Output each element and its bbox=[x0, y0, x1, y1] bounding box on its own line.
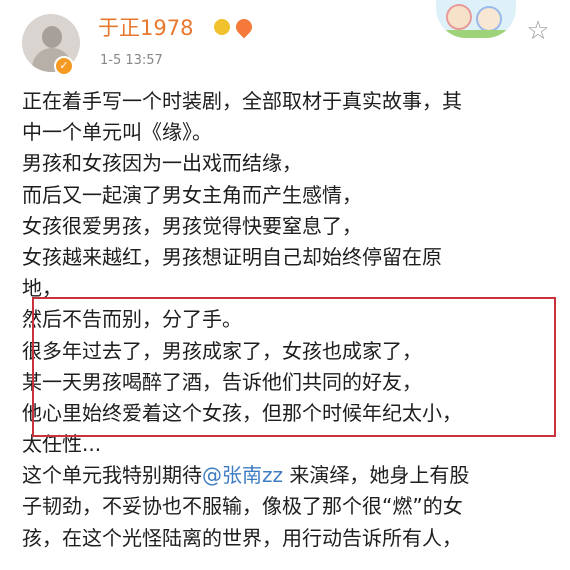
post-body: 正在着手写一个时装剧，全部取材于真实故事，其 中一个单元叫《缘》。 男孩和女孩因… bbox=[22, 86, 556, 554]
decorative-sticker-image bbox=[436, 0, 516, 38]
text-line: 某一天男孩喝醉了酒，告诉他们共同的好友， bbox=[22, 369, 422, 394]
avatar-head-shape bbox=[42, 26, 62, 48]
crown-badge-icon bbox=[214, 19, 230, 35]
text-line: 他心里始终爱着这个女孩，但那个时候年纪太小， bbox=[22, 400, 462, 425]
post-header: ✓ 于正1978 1-5 13:57 ☆ bbox=[0, 0, 570, 90]
verified-badge-icon: ✓ bbox=[54, 56, 74, 76]
mention-link[interactable]: @张南zz bbox=[202, 463, 283, 487]
post-timestamp: 1-5 13:57 bbox=[100, 53, 163, 68]
text-line: 孩，在这个光怪陆离的世界，用行动告诉所有人， bbox=[22, 525, 462, 550]
text-line: 正在着手写一个时装剧，全部取材于真实故事，其 bbox=[22, 89, 462, 113]
mention-suffix: 来演绎，她身上有股 bbox=[283, 463, 470, 488]
mention-text-line: 这个单元我特别期待@张南zz 来演绎，她身上有股 bbox=[22, 460, 552, 491]
highlighted-text-line: 地， bbox=[22, 276, 62, 301]
mention-prefix: 这个单元我特别期待 bbox=[22, 463, 202, 488]
sticker-face-left bbox=[446, 4, 472, 30]
highlighted-text-line: 女孩很爱男孩，男孩觉得快要窒息了， bbox=[22, 213, 362, 238]
sticker-face-right bbox=[476, 6, 502, 32]
heart-badge-icon bbox=[232, 15, 256, 39]
favorite-star-icon[interactable]: ☆ bbox=[523, 16, 553, 46]
highlighted-text-line: 然后不告而别，分了手。 bbox=[22, 307, 242, 332]
text-line: 中一个单元叫《缘》。 bbox=[22, 120, 212, 145]
sticker-grass bbox=[436, 30, 516, 38]
username-link[interactable]: 于正1978 bbox=[98, 12, 193, 42]
text-line: 子韧劲，不妥协也不服输，像极了那个很“燃”的女 bbox=[22, 494, 463, 519]
text-line: 而后又一起演了男女主角而产生感情， bbox=[22, 182, 362, 207]
text-line: 太任性... bbox=[22, 432, 102, 457]
text-line: 很多年过去了，男孩成家了，女孩也成家了， bbox=[22, 338, 422, 363]
text-line: 男孩和女孩因为一出戏而结缘， bbox=[22, 151, 302, 176]
highlighted-text-line: 女孩越来越红，男孩想证明自己却始终停留在原 bbox=[22, 244, 442, 269]
